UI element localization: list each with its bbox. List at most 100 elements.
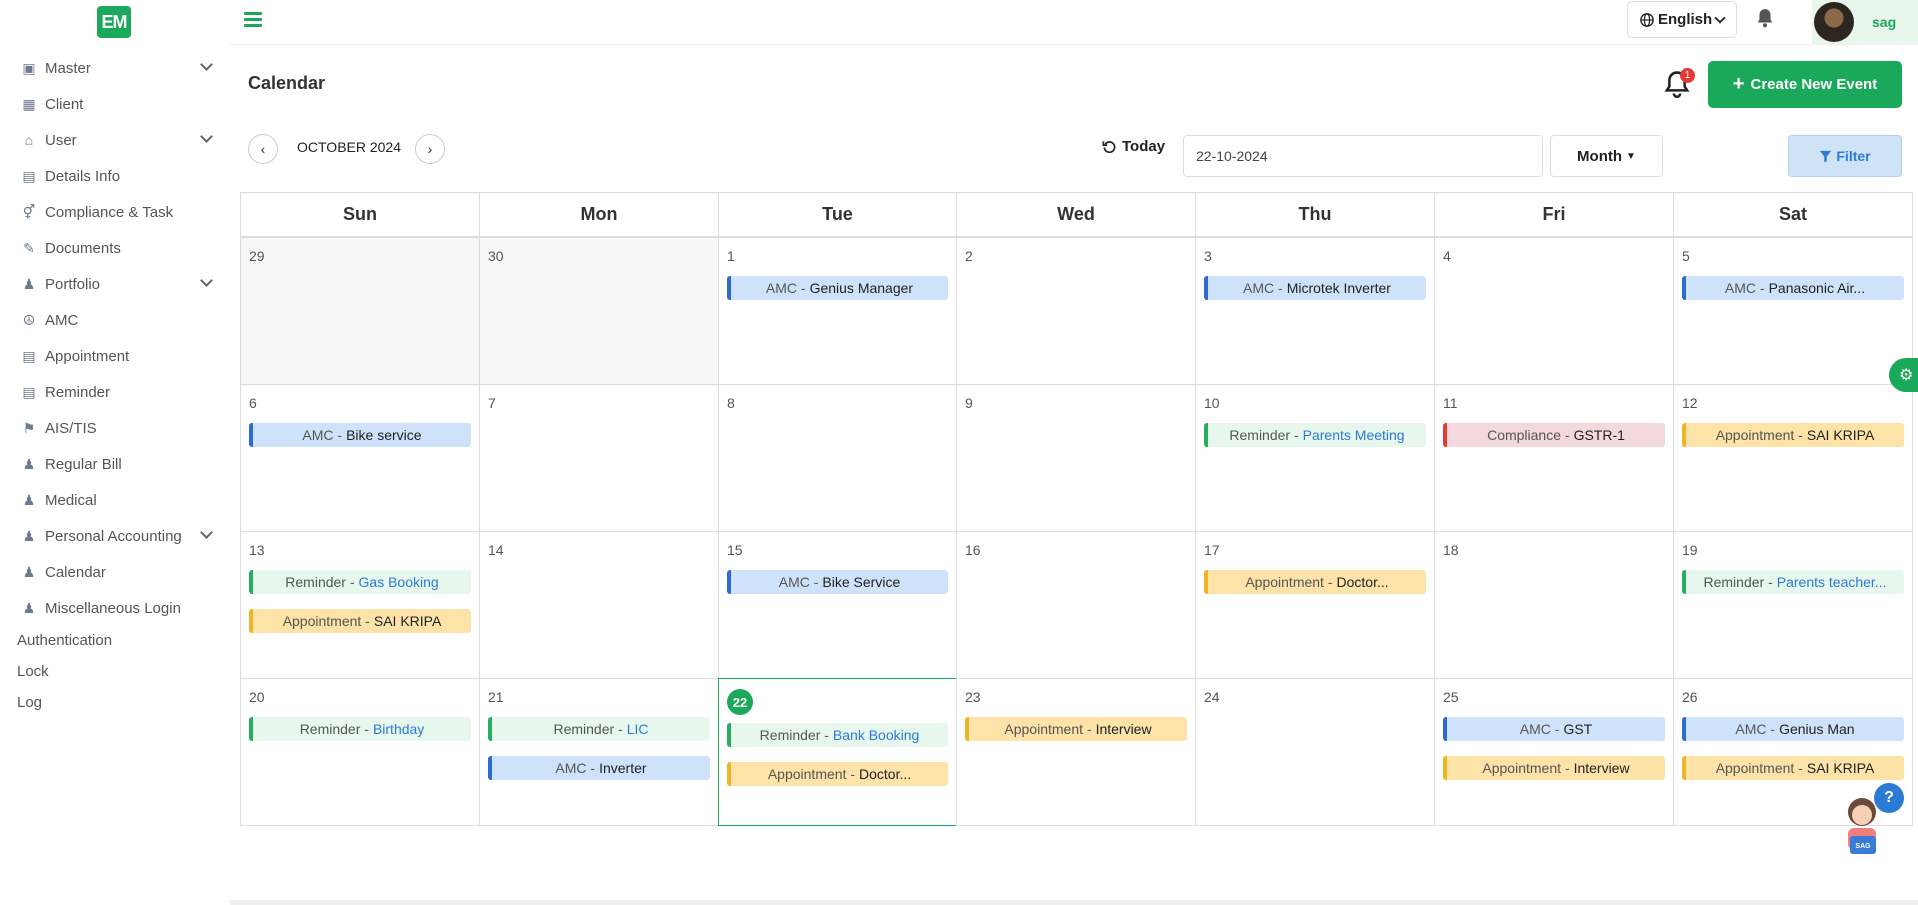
sidebar-item-details-info[interactable]: ▤ Details Info [20,161,215,191]
calendar-event[interactable]: AMC - Inverter [488,756,710,780]
calendar-event[interactable]: Reminder - Parents teacher... [1682,570,1904,594]
horizontal-scrollbar[interactable] [230,900,1918,905]
chevron-down-icon [1714,12,1726,24]
language-label: English [1658,11,1713,28]
calendar-day-cell[interactable]: 2 [956,237,1196,385]
calendar-event[interactable]: Reminder - Parents Meeting [1204,423,1426,447]
calendar-event[interactable]: Appointment - Doctor... [727,762,948,786]
event-type: AMC - [765,280,806,296]
calendar-day-cell[interactable]: 10 Reminder - Parents Meeting [1195,384,1435,532]
calendar-event[interactable]: Reminder - Bank Booking [727,723,948,747]
event-type: Appointment - [1004,721,1092,737]
sidebar-item-compliance-task[interactable]: ⚥ Compliance & Task [20,197,215,227]
sidebar-item-label: Personal Accounting [45,527,182,545]
sidebar-item-user[interactable]: ⌂ User [20,125,215,155]
calendar-day-cell[interactable]: 21 Reminder - LIC AMC - Inverter [479,678,719,826]
calendar-event[interactable]: AMC - Panasonic Air... [1682,276,1904,300]
calendar-day-cell[interactable]: 12 Appointment - SAI KRIPA [1673,384,1913,532]
sidebar-item-master[interactable]: ▣ Master [20,53,215,83]
sidebar-item-lock[interactable]: Lock [17,663,49,680]
calendar-day-cell[interactable]: 20 Reminder - Birthday [240,678,480,826]
calendar-event[interactable]: AMC - GST [1443,717,1665,741]
calendar-day-cell[interactable]: 9 [956,384,1196,532]
chevron-down-icon [200,274,213,287]
sidebar-item-reminder[interactable]: ▤ Reminder [20,377,215,407]
filter-button[interactable]: Filter [1788,135,1902,177]
calendar-event[interactable]: AMC - Microtek Inverter [1204,276,1426,300]
calendar-day-cell[interactable]: 25 AMC - GST Appointment - Interview [1434,678,1674,826]
day-number: 16 [965,542,981,558]
calendar-day-cell[interactable]: 5 AMC - Panasonic Air... [1673,237,1913,385]
sidebar-item-authentication[interactable]: Authentication [17,632,112,649]
event-title: Bike service [346,427,422,443]
calendar-day-cell[interactable]: 15 AMC - Bike Service [718,531,957,679]
calendar-event[interactable]: Appointment - Doctor... [1204,570,1426,594]
sidebar-item-medical[interactable]: ♟ Medical [20,485,215,515]
calendar-event[interactable]: Reminder - LIC [488,717,710,741]
calendar-event[interactable]: AMC - Genius Manager [727,276,948,300]
sidebar-item-appointment[interactable]: ▤ Appointment [20,341,215,371]
user-menu[interactable]: sag [1812,0,1918,44]
calendar-event[interactable]: Compliance - GSTR-1 [1443,423,1665,447]
prev-month-button[interactable]: ‹ [248,134,278,164]
menu-toggle-icon[interactable] [244,12,262,28]
calendar-day-cell[interactable]: 24 [1195,678,1435,826]
bell-icon[interactable] [1756,8,1774,28]
calendar-day-cell[interactable]: 4 [1434,237,1674,385]
weekday-header: Sat [1673,192,1913,237]
settings-gear-icon[interactable]: ⚙ [1889,358,1918,392]
sidebar-item-miscellaneous-login[interactable]: ♟ Miscellaneous Login [20,593,215,623]
assistant-avatar-icon[interactable]: SAG [1836,790,1888,860]
calendar-day-cell[interactable]: 18 [1434,531,1674,679]
sidebar-item-label: AMC [45,311,79,329]
event-type: Reminder - [553,721,623,737]
sidebar-item-documents[interactable]: ✎ Documents [20,233,215,263]
next-month-button[interactable]: › [415,134,445,164]
calendar-day-cell[interactable]: 6 AMC - Bike service [240,384,480,532]
calendar-day-cell[interactable]: 11 Compliance - GSTR-1 [1434,384,1674,532]
calendar-day-cell[interactable]: 16 [956,531,1196,679]
sidebar-item-amc[interactable]: ☮ AMC [20,305,215,335]
calendar-day-cell[interactable]: 13 Reminder - Gas Booking Appointment - SAI … [240,531,480,679]
calendar-day-cell[interactable]: 29 [240,237,480,385]
sidebar-item-regular-bill[interactable]: ♟ Regular Bill [20,449,215,479]
weekday-header: Tue [718,192,957,237]
calendar-event[interactable]: Appointment - SAI KRIPA [1682,756,1904,780]
calendar-day-cell[interactable]: 3 AMC - Microtek Inverter [1195,237,1435,385]
event-type: Reminder - [759,727,829,743]
calendar-event[interactable]: AMC - Bike Service [727,570,948,594]
app-logo[interactable]: EM [97,6,131,38]
calendar-event[interactable]: AMC - Genius Man [1682,717,1904,741]
date-input[interactable] [1183,135,1543,177]
calendar-day-cell[interactable]: 14 [479,531,719,679]
sidebar-item-portfolio[interactable]: ♟ Portfolio [20,269,215,299]
calendar-event[interactable]: Appointment - SAI KRIPA [1682,423,1904,447]
language-select[interactable]: English [1627,1,1737,38]
sidebar-item-client[interactable]: ▦ Client [20,89,215,119]
month-label: OCTOBER 2024 [297,139,402,155]
sidebar-item-calendar[interactable]: ♟ Calendar [20,557,215,587]
calendar-event[interactable]: Appointment - Interview [1443,756,1665,780]
calendar-day-cell[interactable]: 30 [479,237,719,385]
day-number: 18 [1443,542,1459,558]
calendar-event[interactable]: Reminder - Gas Booking [249,570,471,594]
top-header: English sag [230,0,1918,45]
calendar-event[interactable]: Appointment - SAI KRIPA [249,609,471,633]
calendar-day-cell[interactable]: 7 [479,384,719,532]
calendar-event[interactable]: Reminder - Birthday [249,717,471,741]
calendar-day-cell[interactable]: 22 Reminder - Bank Booking Appointment - Doc… [718,678,957,826]
sidebar-item-log[interactable]: Log [17,694,42,711]
calendar-day-cell[interactable]: 1 AMC - Genius Manager [718,237,957,385]
create-event-button[interactable]: + Create New Event [1708,61,1902,108]
sidebar-item-personal-accounting[interactable]: ♟ Personal Accounting [20,521,215,551]
sidebar-item-ais-tis[interactable]: ⚑ AIS/TIS [20,413,215,443]
calendar-day-cell[interactable]: 23 Appointment - Interview [956,678,1196,826]
calendar-day-cell[interactable]: 17 Appointment - Doctor... [1195,531,1435,679]
calendar-event[interactable]: AMC - Bike service [249,423,471,447]
weekday-header: Sun [240,192,480,237]
calendar-event[interactable]: Appointment - Interview [965,717,1187,741]
calendar-day-cell[interactable]: 8 [718,384,957,532]
today-button[interactable]: Today [1102,138,1165,155]
calendar-day-cell[interactable]: 19 Reminder - Parents teacher... [1673,531,1913,679]
view-select[interactable]: Month ▼ [1550,135,1663,177]
